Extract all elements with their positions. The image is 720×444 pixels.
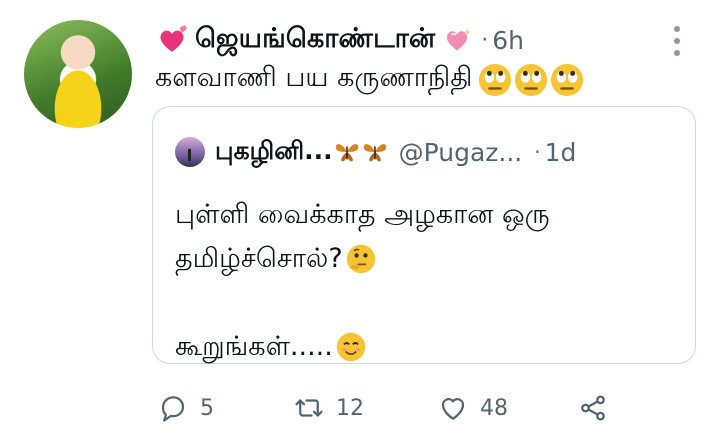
reply-count: 5 bbox=[200, 395, 214, 421]
butterfly-icon bbox=[335, 144, 358, 162]
quoted-spacer bbox=[175, 281, 675, 325]
like-button[interactable]: 48 bbox=[438, 388, 508, 428]
tweet-text-content: களவாணி பய கருணாநிதி bbox=[155, 62, 473, 93]
reply-icon bbox=[161, 396, 185, 422]
separator-dot: · bbox=[481, 27, 489, 53]
reply-button[interactable]: 5 bbox=[158, 388, 214, 428]
quoted-tweet-text: புள்ளி வைக்காத அழகான ஒரு தமிழ்ச்சொல்? கூ… bbox=[175, 193, 675, 369]
tweet-actions: 5 12 48 bbox=[158, 388, 618, 428]
tweet-header: ஜெயங்கொண்டான் · 6h bbox=[155, 18, 700, 62]
separator-dot: · bbox=[534, 140, 541, 164]
quoted-line-1: புள்ளி வைக்காத அழகான ஒரு bbox=[175, 199, 550, 230]
tweet-timestamp[interactable]: 6h bbox=[492, 26, 524, 55]
quoted-avatar bbox=[175, 137, 205, 167]
quoted-tweet-header: புகழினி... @Pugaz... · 1d bbox=[175, 135, 675, 169]
share-button[interactable] bbox=[578, 388, 620, 428]
quoted-line: தமிழ்ச்சொல்? bbox=[175, 237, 675, 281]
butterfly-icon bbox=[363, 144, 386, 162]
emoji-group bbox=[478, 63, 584, 97]
avatar[interactable] bbox=[24, 20, 132, 128]
quoted-timestamp: 1d bbox=[544, 137, 577, 167]
quoted-tweet-card[interactable]: புகழினி... @Pugaz... · 1d புள்ளி வைக்காத… bbox=[152, 106, 696, 364]
more-options-icon[interactable] bbox=[674, 26, 682, 56]
retweet-count: 12 bbox=[336, 395, 364, 421]
quoted-line: புள்ளி வைக்காத அழகான ஒரு bbox=[175, 193, 675, 237]
quoted-line: கூறுங்கள்..... bbox=[175, 325, 675, 369]
rolling-eyes-emoji-icon bbox=[479, 63, 512, 96]
share-icon bbox=[581, 395, 605, 421]
smiling-face-emoji-icon bbox=[336, 332, 366, 362]
rolling-eyes-emoji-icon bbox=[515, 63, 548, 96]
quoted-line-3: கூறுங்கள்..... bbox=[175, 331, 333, 362]
quoted-author-name: புகழினி... bbox=[215, 135, 333, 165]
retweet-button[interactable]: 12 bbox=[294, 388, 364, 428]
rolling-eyes-emoji-icon bbox=[551, 63, 584, 96]
sparkling-heart-icon bbox=[447, 28, 471, 51]
tweet-text: களவாணி பய கருணாநிதி bbox=[155, 62, 584, 97]
quoted-author-handle: @Pugaz... bbox=[398, 137, 523, 167]
thinking-face-emoji-icon bbox=[346, 244, 375, 274]
retweet-icon bbox=[295, 399, 323, 417]
two-hearts-icon bbox=[160, 25, 187, 52]
like-count: 48 bbox=[480, 395, 508, 421]
heart-icon bbox=[441, 398, 465, 420]
quoted-line-2: தமிழ்ச்சொல்? bbox=[175, 243, 343, 274]
author-name[interactable]: ஜெயங்கொண்டான் bbox=[195, 23, 435, 58]
